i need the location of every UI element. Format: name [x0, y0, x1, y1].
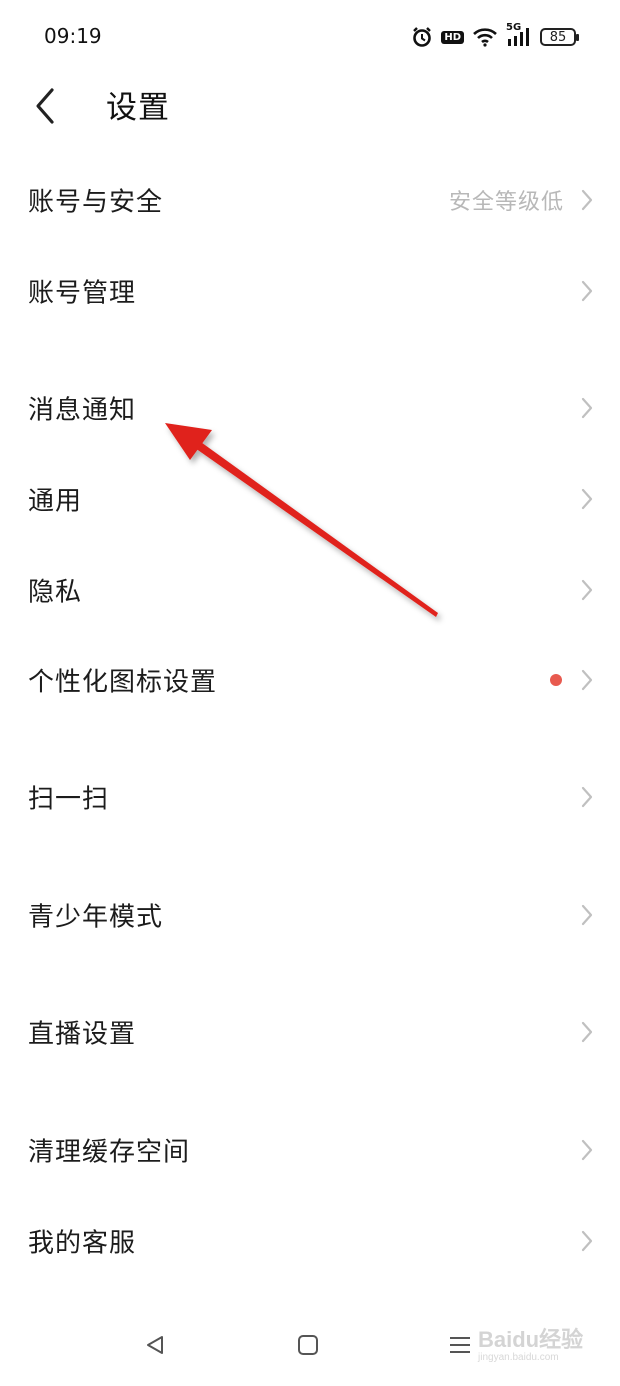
settings-item-label: 清理缓存空间	[28, 1137, 191, 1168]
settings-item-label: 直播设置	[28, 1019, 137, 1050]
menu-lines-icon[interactable]	[450, 1337, 470, 1353]
chevron-left-icon	[36, 88, 54, 124]
settings-item-general[interactable]: 通用	[0, 454, 620, 544]
chevron-right-icon	[581, 579, 593, 601]
settings-item-teen-mode[interactable]: 青少年模式	[0, 870, 620, 960]
network-type-label: 5G	[506, 22, 522, 33]
settings-item-label: 通用	[28, 486, 83, 517]
settings-item-custom-icon[interactable]: 个性化图标设置	[0, 635, 620, 725]
settings-item-live-settings[interactable]: 直播设置	[0, 987, 620, 1077]
chevron-right-icon	[581, 488, 593, 510]
watermark-url: jingyan.baidu.com	[478, 1352, 559, 1363]
hd-icon: HD	[441, 30, 464, 44]
chevron-right-icon	[581, 1139, 593, 1161]
5g-signal-icon: 5G	[506, 22, 532, 48]
chevron-right-icon	[581, 280, 593, 302]
back-triangle-icon[interactable]	[144, 1334, 166, 1356]
status-time: 09:19	[44, 24, 102, 48]
settings-item-clear-cache[interactable]: 清理缓存空间	[0, 1105, 620, 1195]
battery-level: 85	[549, 29, 567, 45]
chevron-right-icon	[581, 1021, 593, 1043]
chevron-right-icon	[581, 1230, 593, 1252]
wifi-icon	[472, 27, 498, 47]
alarm-icon	[411, 26, 433, 48]
chevron-right-icon	[581, 669, 593, 691]
new-badge-dot	[550, 674, 562, 686]
settings-item-label: 青少年模式	[28, 902, 164, 933]
settings-item-notifications[interactable]: 消息通知	[0, 363, 620, 453]
settings-item-customer-service[interactable]: 我的客服	[0, 1196, 620, 1286]
settings-item-label: 账号管理	[28, 278, 137, 309]
chevron-right-icon	[581, 397, 593, 419]
settings-item-label: 账号与安全	[28, 187, 164, 218]
chevron-right-icon	[581, 786, 593, 808]
status-icons: HD 5G 85	[411, 22, 579, 50]
home-square-icon[interactable]	[298, 1335, 318, 1355]
settings-item-account-management[interactable]: 账号管理	[0, 246, 620, 336]
page-title: 设置	[106, 90, 170, 126]
settings-item-privacy[interactable]: 隐私	[0, 545, 620, 635]
battery-icon: 85	[540, 28, 579, 46]
settings-item-account-security[interactable]: 账号与安全 安全等级低	[0, 155, 620, 245]
settings-item-label: 消息通知	[28, 395, 137, 426]
chevron-right-icon	[581, 189, 593, 211]
system-nav-bar: Baidu经验 jingyan.baidu.com	[0, 1308, 620, 1386]
settings-item-label: 个性化图标设置	[28, 667, 218, 698]
chevron-right-icon	[581, 904, 593, 926]
settings-item-label: 我的客服	[28, 1228, 137, 1259]
watermark-logo: Baidu经验	[478, 1327, 584, 1352]
security-level-text: 安全等级低	[448, 190, 564, 215]
app-header: 设置	[0, 76, 620, 136]
settings-item-scan[interactable]: 扫一扫	[0, 752, 620, 842]
back-button[interactable]	[30, 86, 66, 126]
settings-item-label: 扫一扫	[28, 784, 110, 815]
settings-item-label: 隐私	[28, 577, 83, 608]
status-bar: 09:19 HD 5G 85	[0, 0, 620, 76]
